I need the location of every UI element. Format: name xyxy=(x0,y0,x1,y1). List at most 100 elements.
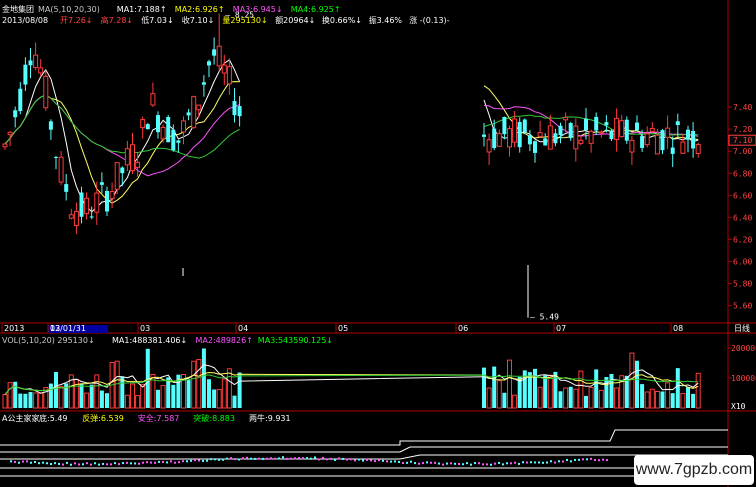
price-tick-label-9: 5.60 xyxy=(733,301,752,310)
volume-bar xyxy=(89,384,94,408)
indicator-dot xyxy=(310,457,312,460)
indicator-dot xyxy=(450,462,452,465)
indicator-dot xyxy=(126,461,128,464)
indicator-dot xyxy=(30,461,32,464)
price-info-5: 额20964↓ xyxy=(275,15,315,25)
volume-legend-2: MA2:489826↑ xyxy=(196,336,253,345)
candle-body xyxy=(18,88,23,112)
volume-bar xyxy=(54,371,58,408)
time-label-0: 2013 xyxy=(4,324,24,333)
indicator-dot xyxy=(462,463,464,466)
volume-bar xyxy=(584,395,588,408)
candle-body xyxy=(635,122,639,131)
volume-bar xyxy=(573,388,579,409)
indicator-legend-2: 反弹:6.539 xyxy=(82,413,124,423)
candle-body xyxy=(33,54,39,69)
candle-body xyxy=(584,118,588,131)
indicator-dot xyxy=(594,459,596,462)
indicator-dot xyxy=(558,460,560,463)
indicator-dot xyxy=(242,457,244,460)
candle-body xyxy=(216,45,222,67)
kline-chart[interactable]: 7.40 7.20 7.00 6.80 6.60 6.40 6.20 6.00 5.80 5.60… xyxy=(0,0,756,487)
volume-bar xyxy=(58,385,64,409)
indicator-dot xyxy=(378,459,380,462)
candle-body xyxy=(237,106,242,117)
indicator-dot xyxy=(186,460,188,463)
volume-bar xyxy=(588,387,594,409)
candle-body xyxy=(558,125,563,136)
ma-legend-0: MA(5,10,20,30) xyxy=(38,5,100,14)
candle-body xyxy=(226,66,232,85)
indicator-dot xyxy=(326,458,328,461)
volume-bar xyxy=(140,383,146,409)
volume-bar xyxy=(644,391,650,409)
indicator-dot xyxy=(42,461,44,464)
candle-body xyxy=(160,127,166,140)
indicator-dot xyxy=(550,460,552,463)
time-label-5: 05 xyxy=(338,324,348,333)
volume-bar xyxy=(670,393,675,408)
indicator-dot xyxy=(138,462,140,465)
volume-bar xyxy=(166,377,171,408)
indicator-dot xyxy=(546,461,548,464)
candle-body xyxy=(507,128,512,148)
indicator-dot xyxy=(114,462,116,465)
indicator-dot xyxy=(118,463,120,466)
volume-bar xyxy=(120,376,125,408)
volume-bars xyxy=(2,348,701,409)
volume-bar xyxy=(171,384,176,408)
indicator-dot xyxy=(434,461,436,464)
indicator-dot xyxy=(522,461,524,464)
volume-bar xyxy=(654,391,660,409)
indicator-dot xyxy=(282,456,284,459)
volume-bar xyxy=(7,382,13,409)
candle-body xyxy=(553,133,558,144)
indicator-dot xyxy=(90,463,92,466)
price-tick-label-8: 5.80 xyxy=(733,279,752,288)
volume-bar xyxy=(482,367,486,408)
candle-body xyxy=(64,184,69,192)
candle-body xyxy=(547,125,553,150)
indicator-dot xyxy=(394,460,396,463)
candle-body xyxy=(130,144,135,172)
indicator-dot xyxy=(574,458,576,461)
price-tick-label-4: 6.60 xyxy=(733,191,752,200)
indicator-dot xyxy=(38,462,40,465)
candle-body xyxy=(482,134,486,137)
indicator-dot xyxy=(82,463,84,466)
candle-body xyxy=(563,116,569,121)
ma-legend-4: MA4:6.925↑ xyxy=(291,5,341,14)
candle-body xyxy=(68,214,74,219)
candle-body xyxy=(120,167,125,174)
candle-body xyxy=(150,93,156,106)
indicator-legend-1: 底:5.49 xyxy=(39,413,68,423)
indicator-dot xyxy=(458,462,460,465)
volume-bar xyxy=(23,393,28,408)
indicator-dot xyxy=(134,462,136,465)
volume-bar xyxy=(533,368,537,408)
indicator-dot xyxy=(418,462,420,465)
indicator-dot xyxy=(398,460,400,463)
indicator-dot xyxy=(146,461,148,464)
indicator-dot xyxy=(254,457,256,460)
volume-bar xyxy=(640,384,645,408)
indicator-dot xyxy=(22,460,24,463)
candle-body xyxy=(13,110,18,118)
indicator-dot xyxy=(174,461,176,464)
indicator-dot xyxy=(274,457,276,460)
indicator-dot xyxy=(330,457,332,460)
volume-bar xyxy=(665,382,671,409)
candle-body xyxy=(156,115,160,133)
candle-body xyxy=(89,216,94,218)
indicator-dot xyxy=(334,458,336,461)
candle-body xyxy=(135,161,141,168)
volume-bar xyxy=(537,386,543,409)
indicator-dot xyxy=(354,459,356,462)
indicator-dot xyxy=(410,460,412,463)
volume-bar xyxy=(38,392,44,409)
candle-body xyxy=(232,101,237,116)
candle-body xyxy=(492,128,497,149)
indicator-dot xyxy=(58,462,60,465)
indicator-dot xyxy=(62,463,64,466)
volume-bar xyxy=(492,366,497,408)
